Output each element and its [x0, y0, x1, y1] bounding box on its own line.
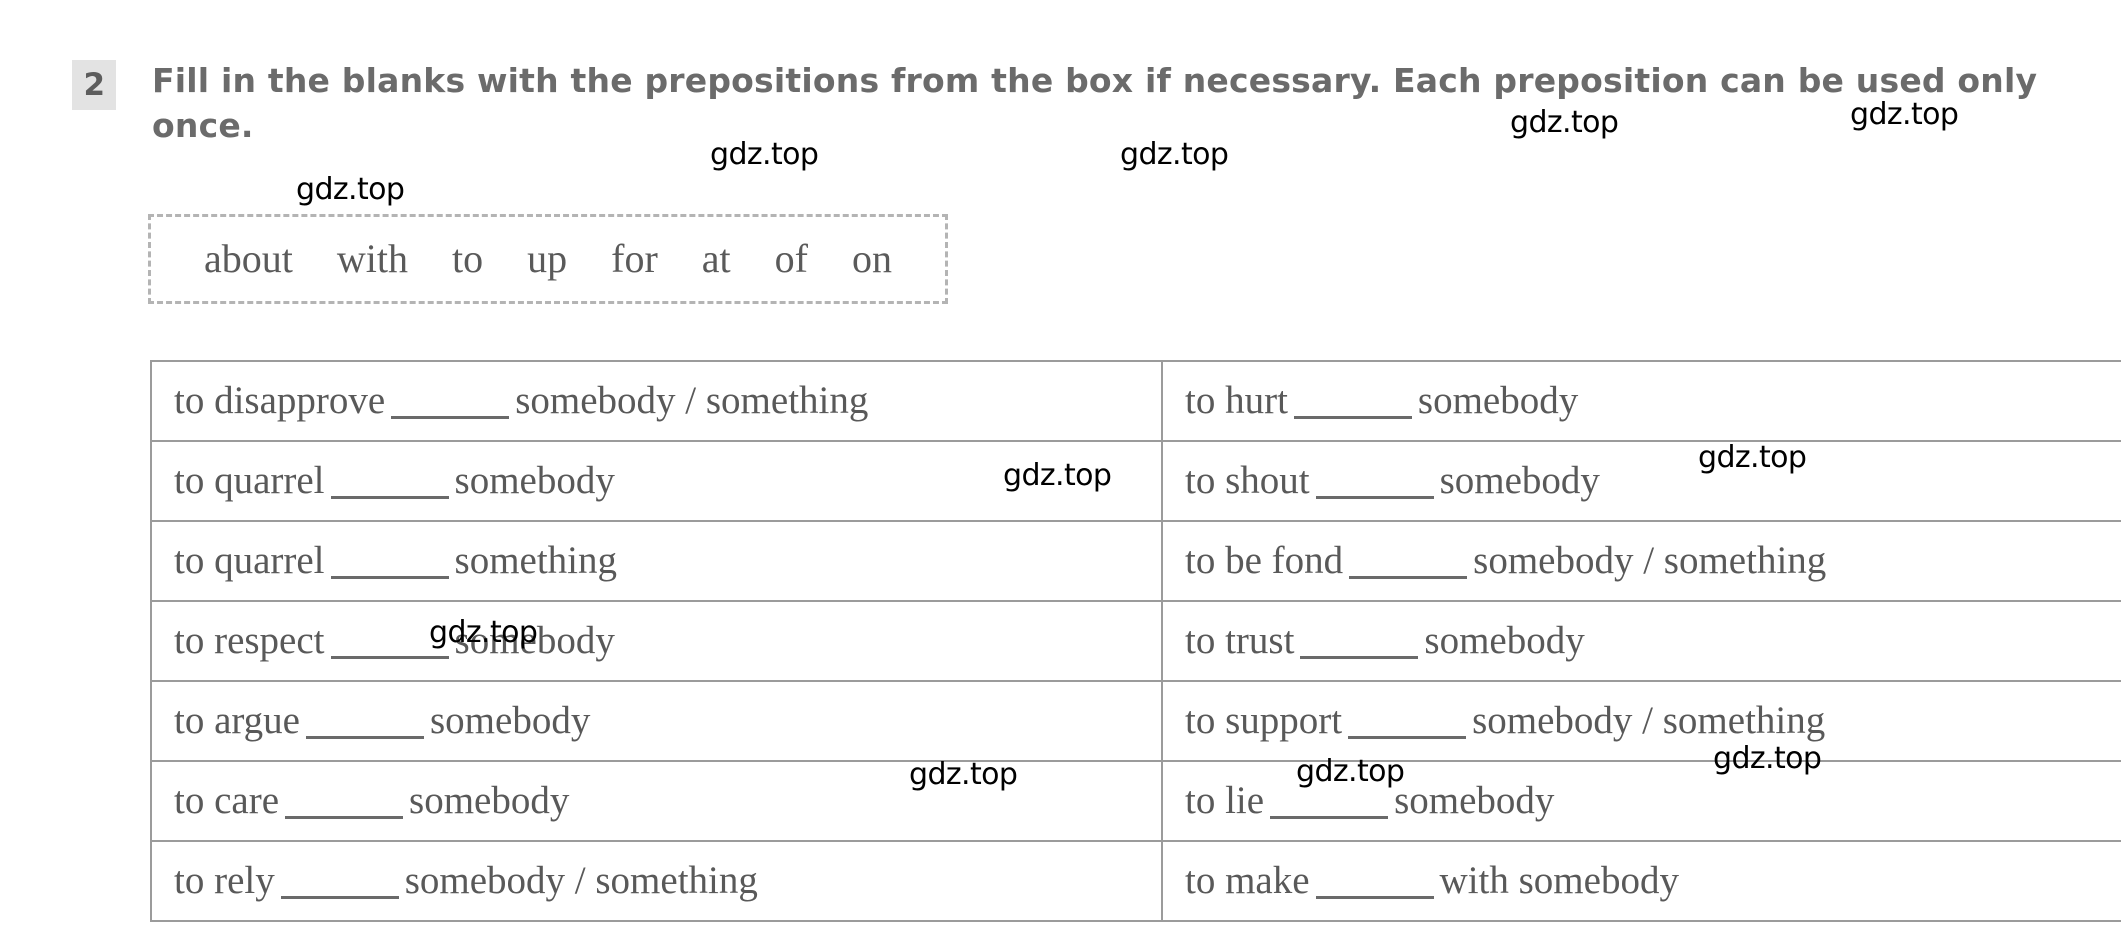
- preposition-blank-input[interactable]: [1293, 392, 1412, 419]
- watermark-label: gdz.top: [296, 172, 405, 207]
- phrase-suffix: somebody: [1417, 378, 1579, 422]
- exercise-number-badge: 2: [72, 60, 116, 110]
- phrase-prefix: to quarrel: [174, 458, 325, 502]
- exercise-instruction-text: Fill in the blanks with the prepositions…: [152, 61, 2038, 145]
- table-cell-left: to disapprove somebody / something: [150, 360, 1163, 442]
- phrase-suffix: somebody: [1394, 778, 1555, 822]
- word-bank-item: on: [851, 236, 892, 281]
- table-cell-left: to argue somebody: [150, 680, 1163, 762]
- phrase-suffix: with somebody: [1439, 858, 1679, 902]
- watermark-label: gdz.top: [1850, 97, 1959, 132]
- table-cell-right: to make with somebody: [1161, 840, 2121, 922]
- preposition-blank-input[interactable]: [306, 712, 424, 739]
- table-row: to disapprove somebody / something to hurt…: [150, 360, 2121, 442]
- table-cell-left: to respect somebody: [150, 600, 1163, 682]
- watermark-label: gdz.top: [1510, 105, 1619, 140]
- table-row: to care somebody to lie somebody: [150, 760, 2121, 842]
- phrase-suffix: somebody / something: [1473, 538, 1827, 582]
- table-cell-right: to hurt somebody: [1161, 360, 2121, 442]
- phrase-prefix: to care: [174, 778, 280, 822]
- preposition-blank-input[interactable]: [1270, 792, 1389, 819]
- phrase-prefix: to rely: [174, 858, 275, 902]
- phrase-prefix: to disapprove: [174, 378, 386, 422]
- table-cell-left: to rely somebody / something: [150, 840, 1163, 922]
- word-bank-list: about with to up for at of on: [151, 217, 945, 301]
- phrase-prefix: to lie: [1185, 778, 1265, 822]
- phrase-suffix: somebody / something: [515, 378, 869, 422]
- watermark-label: gdz.top: [1713, 741, 1822, 776]
- word-bank-box: about with to up for at of on: [148, 214, 948, 304]
- phrase-suffix: something: [454, 538, 618, 582]
- phrase-prefix: to respect: [174, 618, 325, 662]
- watermark-label: gdz.top: [1003, 458, 1112, 493]
- phrase-suffix: somebody / something: [1472, 698, 1826, 742]
- phrase-suffix: somebody: [430, 698, 591, 742]
- phrase-suffix: somebody: [1439, 458, 1600, 502]
- word-bank-item: for: [611, 236, 658, 281]
- watermark-label: gdz.top: [1698, 440, 1807, 475]
- preposition-blank-input[interactable]: [1349, 552, 1468, 579]
- word-bank-item: about: [204, 236, 293, 281]
- preposition-blank-input[interactable]: [391, 392, 510, 419]
- preposition-blank-input[interactable]: [330, 552, 449, 579]
- word-bank-item: with: [336, 236, 409, 281]
- table-cell-left: to quarrel something: [150, 520, 1163, 602]
- preposition-blank-input[interactable]: [1315, 472, 1434, 499]
- phrase-prefix: to shout: [1185, 458, 1310, 502]
- preposition-blank-input[interactable]: [1315, 872, 1434, 899]
- table-row: to argue somebody to support somebody / som…: [150, 680, 2121, 762]
- table-cell-right: to trust somebody: [1161, 600, 2121, 682]
- table-row: to quarrel something to be fond somebody / …: [150, 520, 2121, 602]
- table-cell-right: to shout somebody: [1161, 440, 2121, 522]
- phrase-suffix: somebody / something: [404, 858, 758, 902]
- phrase-prefix: to make: [1185, 858, 1310, 902]
- watermark-label: gdz.top: [429, 615, 538, 650]
- phrase-suffix: somebody: [409, 778, 570, 822]
- word-bank-item: at: [701, 236, 731, 281]
- phrase-suffix: somebody: [454, 458, 615, 502]
- word-bank-item: up: [527, 236, 568, 281]
- preposition-blank-input[interactable]: [1300, 632, 1419, 659]
- preposition-blank-input[interactable]: [285, 792, 404, 819]
- table-cell-right: to be fond somebody / something: [1161, 520, 2121, 602]
- preposition-blank-input[interactable]: [1348, 712, 1467, 739]
- preposition-blank-input[interactable]: [280, 872, 399, 899]
- watermark-label: gdz.top: [1296, 754, 1405, 789]
- table-row: to rely somebody / something to make with s…: [150, 840, 2121, 922]
- phrase-prefix: to support: [1185, 698, 1343, 742]
- word-bank-item: to: [452, 236, 484, 281]
- phrase-prefix: to argue: [174, 698, 300, 742]
- word-bank-item: of: [774, 236, 808, 281]
- preposition-blank-input[interactable]: [330, 472, 449, 499]
- phrase-prefix: to quarrel: [174, 538, 325, 582]
- phrase-prefix: to be fond: [1185, 538, 1344, 582]
- watermark-label: gdz.top: [1120, 137, 1229, 172]
- table-row: to quarrel somebody to shout somebody: [150, 440, 2121, 522]
- phrase-prefix: to trust: [1185, 618, 1295, 662]
- watermark-label: gdz.top: [710, 137, 819, 172]
- table-cell-right: to support somebody / something: [1161, 680, 2121, 762]
- phrase-prefix: to hurt: [1185, 378, 1288, 422]
- phrase-suffix: somebody: [1424, 618, 1585, 662]
- watermark-label: gdz.top: [909, 757, 1018, 792]
